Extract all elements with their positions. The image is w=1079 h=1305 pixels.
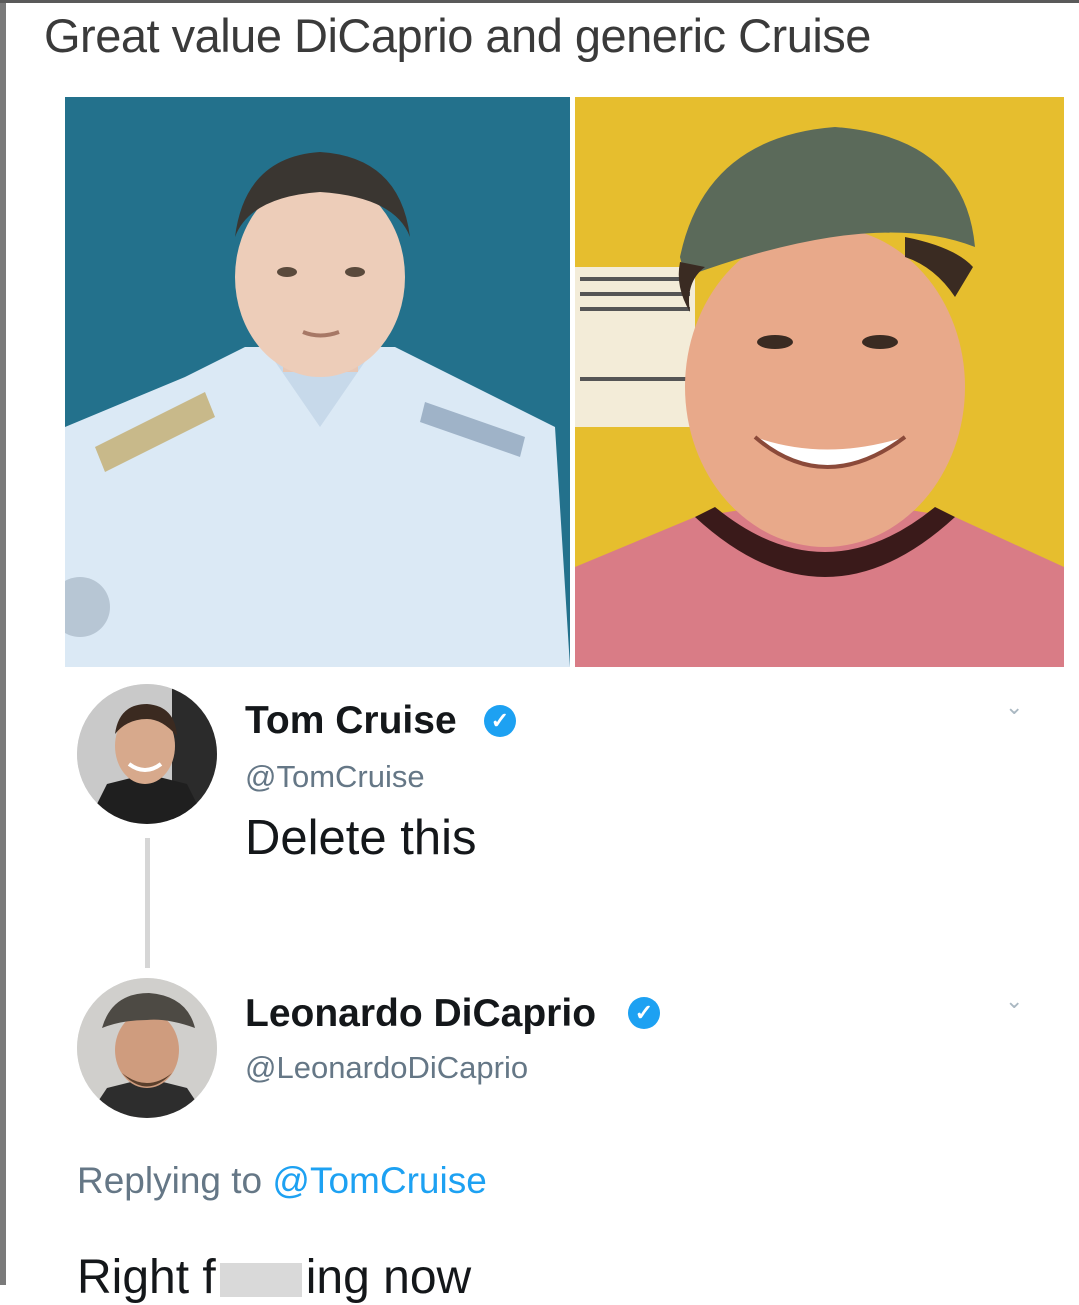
replying-to-mention-link[interactable]: @TomCruise — [272, 1160, 486, 1201]
leonardo-dicaprio-handle[interactable]: @LeonardoDiCaprio — [245, 1050, 528, 1086]
top-edge-rule — [0, 0, 1079, 3]
thread-connector-line — [145, 838, 150, 968]
replying-to-label: Replying to — [77, 1160, 273, 1201]
left-photo — [65, 97, 570, 667]
tom-cruise-handle[interactable]: @TomCruise — [245, 759, 425, 795]
leonardo-dicaprio-tweet-text: Right f ing now — [77, 1250, 471, 1305]
reply-text-end: ing now — [305, 1251, 472, 1304]
right-photo — [575, 97, 1064, 667]
verified-badge-icon: ✓ — [484, 705, 516, 737]
left-edge-rule — [0, 0, 6, 1285]
leonardo-dicaprio-avatar[interactable] — [77, 978, 217, 1118]
tom-cruise-display-name[interactable]: Tom Cruise — [245, 699, 457, 743]
chevron-down-icon[interactable]: ⌄ — [1005, 988, 1023, 1014]
censor-blur-block — [219, 1263, 302, 1298]
chevron-down-icon[interactable]: ⌄ — [1005, 694, 1023, 720]
tom-cruise-avatar[interactable] — [77, 684, 217, 824]
verified-badge-icon: ✓ — [628, 997, 660, 1029]
leonardo-dicaprio-display-name[interactable]: Leonardo DiCaprio — [245, 992, 596, 1036]
meme-caption: Great value DiCaprio and generic Cruise — [44, 9, 871, 62]
replying-to-line: Replying to @TomCruise — [77, 1160, 487, 1202]
reply-text-start: Right f — [77, 1251, 216, 1304]
tom-cruise-tweet-text: Delete this — [245, 811, 477, 865]
